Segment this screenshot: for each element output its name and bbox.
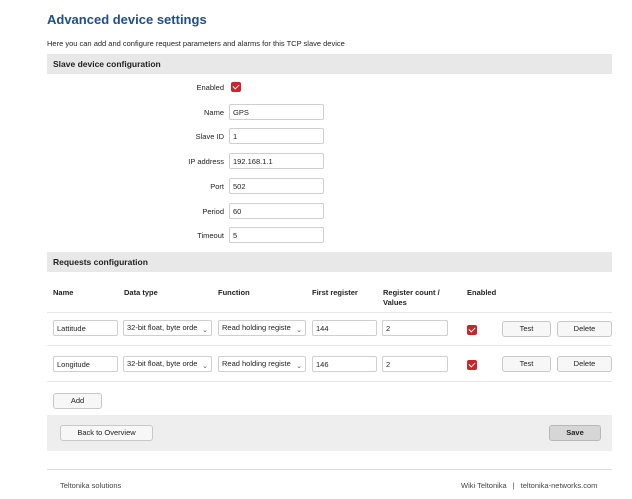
col-header-function: Function	[218, 288, 250, 297]
delete-button[interactable]: Delete	[557, 356, 612, 372]
col-header-register-count-line1: Register count /	[383, 288, 440, 297]
row-data-type-select[interactable]: 32-bit float, byte orde ⌄	[123, 320, 212, 336]
name-input[interactable]	[229, 104, 324, 120]
save-button[interactable]: Save	[549, 425, 601, 441]
row-data-type-select[interactable]: 32-bit float, byte orde ⌄	[123, 356, 212, 372]
row-function-value: Read holding registe	[222, 359, 291, 368]
timeout-row: Timeout	[47, 225, 612, 245]
col-header-name: Name	[53, 288, 74, 297]
slave-id-label: Slave ID	[195, 132, 224, 141]
page-subtitle: Here you can add and configure request p…	[47, 39, 345, 48]
slave-id-row: Slave ID	[47, 126, 612, 146]
site-link[interactable]: teltonika-networks.com	[521, 481, 598, 490]
period-label: Period	[202, 207, 224, 216]
ip-address-row: IP address	[47, 151, 612, 171]
row-divider	[47, 345, 612, 346]
row-enabled-checkbox[interactable]	[467, 360, 477, 370]
footer-separator: |	[512, 481, 515, 490]
name-label: Name	[203, 108, 224, 117]
row-first-register-input[interactable]	[312, 356, 377, 372]
row-enabled-checkbox[interactable]	[467, 325, 477, 335]
table-header-divider	[47, 312, 612, 313]
test-button[interactable]: Test	[502, 321, 551, 337]
col-header-data-type: Data type	[124, 288, 158, 297]
row-function-select[interactable]: Read holding registe ⌄	[218, 356, 306, 372]
back-to-overview-button[interactable]: Back to Overview	[60, 425, 153, 441]
period-row: Period	[47, 201, 612, 221]
col-header-enabled: Enabled	[467, 288, 497, 297]
slave-id-input[interactable]	[229, 128, 324, 144]
ip-address-label: IP address	[188, 157, 224, 166]
footer-divider	[47, 469, 612, 470]
row-function-select[interactable]: Read holding registe ⌄	[218, 320, 306, 336]
enabled-row: Enabled	[47, 77, 612, 97]
col-header-first-register: First register	[312, 288, 358, 297]
col-header-register-count-line2: Values	[383, 298, 407, 307]
chevron-down-icon: ⌄	[295, 324, 302, 335]
footer-links: Wiki Teltonika | teltonika-networks.com	[461, 481, 597, 490]
delete-button[interactable]: Delete	[557, 321, 612, 337]
period-input[interactable]	[229, 203, 324, 219]
row-register-count-input[interactable]	[382, 320, 448, 336]
name-row: Name	[47, 102, 612, 122]
row-divider	[47, 381, 612, 382]
requests-table: Name Data type Function First register R…	[47, 272, 612, 415]
ip-address-input[interactable]	[229, 153, 324, 169]
enabled-label: Enabled	[196, 83, 224, 92]
requests-config-header: Requests configuration	[47, 252, 612, 272]
port-row: Port	[47, 176, 612, 196]
col-header-register-count: Register count / Values	[383, 288, 440, 308]
add-request-button[interactable]: Add	[53, 393, 102, 409]
slave-config-header: Slave device configuration	[47, 54, 612, 74]
row-name-input[interactable]	[53, 320, 118, 336]
test-button[interactable]: Test	[502, 356, 551, 372]
wiki-link[interactable]: Wiki Teltonika	[461, 481, 507, 490]
footer-company: Teltonika solutions	[60, 481, 122, 490]
row-name-input[interactable]	[53, 356, 118, 372]
timeout-input[interactable]	[229, 227, 324, 243]
port-input[interactable]	[229, 178, 324, 194]
timeout-label: Timeout	[197, 231, 224, 240]
port-label: Port	[210, 182, 224, 191]
row-register-count-input[interactable]	[382, 356, 448, 372]
enabled-checkbox[interactable]	[231, 82, 241, 92]
chevron-down-icon: ⌄	[201, 324, 208, 335]
chevron-down-icon: ⌄	[295, 360, 302, 371]
page-title: Advanced device settings	[47, 12, 207, 27]
row-data-type-value: 32-bit float, byte orde	[127, 323, 198, 332]
chevron-down-icon: ⌄	[201, 360, 208, 371]
row-first-register-input[interactable]	[312, 320, 377, 336]
row-data-type-value: 32-bit float, byte orde	[127, 359, 198, 368]
row-function-value: Read holding registe	[222, 323, 291, 332]
